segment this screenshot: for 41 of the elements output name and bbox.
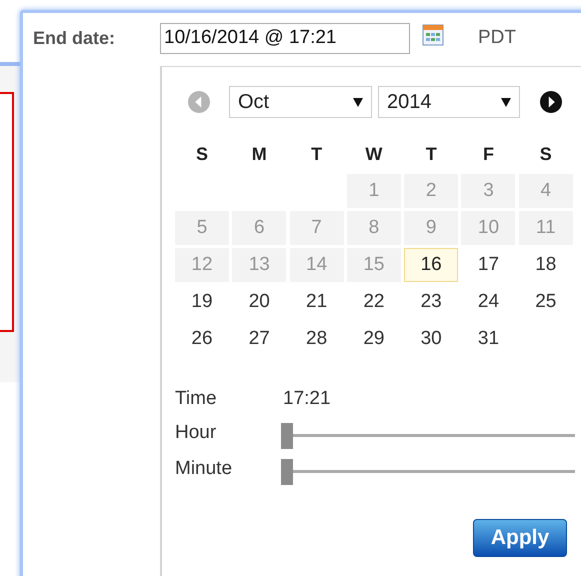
end-date-label: End date: <box>33 26 116 50</box>
calendar-day[interactable]: 29 <box>346 322 401 356</box>
year-select[interactable]: 2014 <box>378 86 520 118</box>
timezone-label: PDT <box>478 26 516 50</box>
slider-handle[interactable] <box>281 459 293 485</box>
calendar-icon[interactable] <box>422 24 444 46</box>
slider-label: Hour <box>175 420 218 445</box>
calendar-day[interactable]: 28 <box>290 322 344 356</box>
weekday-header: S <box>538 142 553 166</box>
calendar-day[interactable]: 17 <box>461 248 516 282</box>
calendar-day[interactable]: 30 <box>404 322 458 356</box>
weekday-header: M <box>250 142 268 166</box>
weekday-header: W <box>364 142 384 166</box>
calendar-day[interactable]: 23 <box>404 285 458 319</box>
date-field[interactable]: 10/16/2014 @ 17:21 <box>160 22 410 54</box>
calendar-day[interactable]: 19 <box>175 285 229 319</box>
calendar-day[interactable]: 21 <box>290 285 344 319</box>
month-select[interactable]: Oct <box>229 86 372 118</box>
calendar-day[interactable]: 20 <box>232 285 286 319</box>
calendar-day[interactable]: 24 <box>461 285 516 319</box>
weekday-header: F <box>482 142 495 166</box>
calendar-day[interactable]: 18 <box>518 248 573 282</box>
weekday-header: T <box>310 142 324 166</box>
calendar-day[interactable]: 27 <box>232 322 286 356</box>
time-label: Time <box>175 386 218 411</box>
slider-handle[interactable] <box>281 423 293 449</box>
calendar-day[interactable]: 26 <box>175 322 229 356</box>
weekday-header: S <box>194 142 209 166</box>
slider-label: Minute <box>175 456 234 481</box>
apply-button[interactable]: Apply <box>473 519 567 557</box>
calendar-day[interactable]: 25 <box>518 285 573 319</box>
time-value: 17:21 <box>283 386 331 411</box>
dropdown-caret-icon <box>353 98 363 106</box>
calendar-day[interactable]: 16 <box>404 248 458 282</box>
next-month-icon[interactable] <box>540 91 562 113</box>
slider-track[interactable] <box>281 423 575 449</box>
dropdown-caret-icon <box>501 98 511 106</box>
weekday-header: T <box>424 142 438 166</box>
calendar-day[interactable]: 31 <box>461 322 516 356</box>
calendar-day[interactable]: 22 <box>346 285 401 319</box>
slider-track[interactable] <box>281 459 575 485</box>
